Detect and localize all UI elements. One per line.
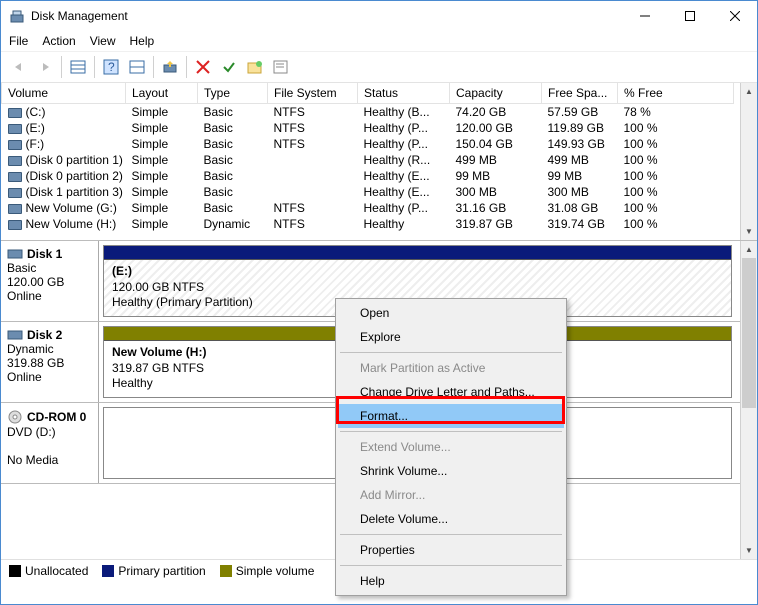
volume-icon [8,172,22,182]
table-row[interactable]: (Disk 1 partition 3)SimpleBasicHealthy (… [2,184,734,200]
maximize-button[interactable] [667,1,712,31]
col-layout[interactable]: Layout [126,83,198,104]
close-button[interactable] [712,1,757,31]
volume-icon [8,156,22,166]
back-button[interactable] [7,55,31,79]
swatch-simple [220,565,232,577]
forward-button[interactable] [33,55,57,79]
table-row[interactable]: (F:)SimpleBasicNTFSHealthy (P...150.04 G… [2,136,734,152]
menu-action[interactable]: Action [42,34,75,48]
swatch-primary [102,565,114,577]
menu-item: Extend Volume... [338,435,564,459]
table-row[interactable]: (E:)SimpleBasicNTFSHealthy (P...120.00 G… [2,120,734,136]
help-icon[interactable]: ? [99,55,123,79]
legend-item: Unallocated [9,564,88,578]
menu-item: Mark Partition as Active [338,356,564,380]
disk-icon [7,248,23,260]
column-headers[interactable]: Volume Layout Type File System Status Ca… [2,83,734,104]
table-row[interactable]: New Volume (G:)SimpleBasicNTFSHealthy (P… [2,200,734,216]
volume-icon [8,140,22,150]
disk-icon [7,409,23,425]
app-icon [9,8,25,24]
col-status[interactable]: Status [358,83,450,104]
disk-header[interactable]: CD-ROM 0 DVD (D:) No Media [1,403,99,483]
col-fs[interactable]: File System [268,83,358,104]
menu-help[interactable]: Help [130,34,155,48]
scroll-up-icon[interactable]: ▲ [741,241,757,258]
scroll-down-icon[interactable]: ▼ [741,542,757,559]
volume-icon [8,204,22,214]
new-folder-icon[interactable] [243,55,267,79]
scroll-up-icon[interactable]: ▲ [741,83,757,100]
partition-bar [104,246,731,260]
menu-separator [340,565,562,566]
disk-header[interactable]: Disk 1 Basic 120.00 GB Online [1,241,99,321]
volume-scrollbar[interactable]: ▲ ▼ [740,83,757,240]
menu-item[interactable]: Properties [338,538,564,562]
menu-separator [340,431,562,432]
menu-item[interactable]: Explore [338,325,564,349]
volume-icon [8,108,22,118]
menu-item[interactable]: Open [338,301,564,325]
window-title: Disk Management [31,9,622,23]
menu-separator [340,352,562,353]
svg-text:?: ? [108,60,115,74]
menubar: File Action View Help [1,31,757,51]
menu-item[interactable]: Change Drive Letter and Paths... [338,380,564,404]
menu-item[interactable]: Shrink Volume... [338,459,564,483]
table-row[interactable]: (Disk 0 partition 2)SimpleBasicHealthy (… [2,168,734,184]
menu-item[interactable]: Help [338,569,564,593]
col-free[interactable]: Free Spa... [542,83,618,104]
scrollbar-thumb[interactable] [742,258,756,408]
list-view-icon[interactable] [66,55,90,79]
menu-item: Add Mirror... [338,483,564,507]
toolbar: ? [1,51,757,83]
legend-item: Primary partition [102,564,205,578]
window-titlebar: Disk Management [1,1,757,31]
volume-list: Volume Layout Type File System Status Ca… [1,83,757,241]
panel-layout-icon[interactable] [125,55,149,79]
delete-icon[interactable] [191,55,215,79]
menu-separator [340,534,562,535]
col-capacity[interactable]: Capacity [450,83,542,104]
refresh-icon[interactable] [158,55,182,79]
menu-item[interactable]: Format... [338,404,564,428]
swatch-unallocated [9,565,21,577]
table-row[interactable]: (Disk 0 partition 1)SimpleBasicHealthy (… [2,152,734,168]
menu-view[interactable]: View [90,34,116,48]
menu-item[interactable]: Delete Volume... [338,507,564,531]
context-menu: OpenExplore Mark Partition as ActiveChang… [335,298,567,596]
properties-icon[interactable] [269,55,293,79]
graphical-scrollbar[interactable]: ▲ ▼ [740,241,757,559]
minimize-button[interactable] [622,1,667,31]
check-icon[interactable] [217,55,241,79]
scroll-down-icon[interactable]: ▼ [741,223,757,240]
col-type[interactable]: Type [198,83,268,104]
legend-item: Simple volume [220,564,315,578]
table-row[interactable]: (C:)SimpleBasicNTFSHealthy (B...74.20 GB… [2,104,734,121]
col-volume[interactable]: Volume [2,83,126,104]
menu-file[interactable]: File [9,34,28,48]
volume-icon [8,220,22,230]
col-pct[interactable]: % Free [618,83,734,104]
volume-icon [8,124,22,134]
disk-header[interactable]: Disk 2 Dynamic 319.88 GB Online [1,322,99,402]
disk-icon [7,329,23,341]
table-row[interactable]: New Volume (H:)SimpleDynamicNTFSHealthy3… [2,216,734,232]
volume-icon [8,188,22,198]
